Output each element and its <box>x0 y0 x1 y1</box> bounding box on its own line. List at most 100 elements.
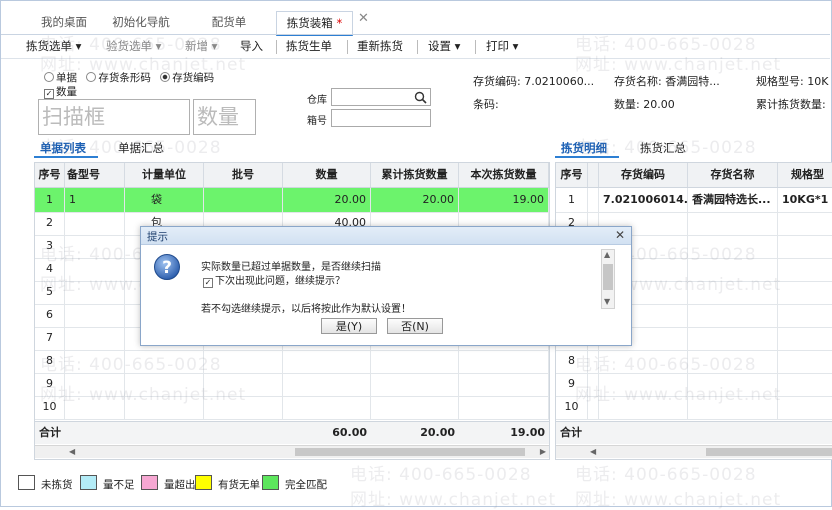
radio-label: 存货编码 <box>172 72 215 84</box>
cell-spec <box>778 372 832 396</box>
table-row[interactable]: 10 <box>556 395 832 420</box>
col-header[interactable]: 数量 <box>283 163 371 187</box>
scroll-thumb[interactable] <box>603 264 613 290</box>
yes-button[interactable]: 是(Y) <box>321 318 377 334</box>
cell-model <box>65 211 125 235</box>
chevron-down-icon: ▾ <box>152 39 162 53</box>
cell-unit: 袋 <box>125 188 204 212</box>
tab-distribution-order[interactable]: 配货单 <box>204 11 254 33</box>
total-label: 合计 <box>39 426 61 439</box>
tab-my-desktop[interactable]: 我的桌面 <box>34 11 94 33</box>
warehouse-label: 仓库 <box>307 95 327 106</box>
table-row[interactable]: 9 <box>556 372 832 397</box>
close-tab-icon[interactable]: ✕ <box>358 11 369 26</box>
modified-mark: * <box>336 16 343 30</box>
horizontal-scrollbar[interactable]: ◀ ▶ <box>35 445 549 458</box>
scroll-left-icon[interactable]: ◀ <box>590 446 596 458</box>
cell-name <box>688 372 778 396</box>
box-input[interactable] <box>331 109 431 127</box>
continue-prompt-checkbox[interactable]: ✓ 下次出现此问题，继续提示？ <box>203 272 345 288</box>
total-cum: 20.00 <box>420 426 455 439</box>
search-icon[interactable] <box>414 91 427 104</box>
qty-info: 数量: 20.00 <box>614 98 675 111</box>
add-menu[interactable]: 新增 ▾ <box>185 38 217 54</box>
print-menu[interactable]: 打印 ▾ <box>486 38 518 54</box>
table-row[interactable]: 9 <box>35 372 549 397</box>
checkbox-checked-icon: ✓ <box>44 89 54 99</box>
warehouse-input[interactable] <box>331 88 431 106</box>
cell-cum <box>371 349 459 373</box>
cell-batch <box>204 349 283 373</box>
tab-picking-packing[interactable]: 拣货装箱 * <box>276 11 353 36</box>
item-name-info: 存货名称: 香满园特... <box>614 75 720 88</box>
cell-no: 9 <box>556 372 588 396</box>
col-header[interactable]: 累计拣货数量 <box>371 163 459 187</box>
cumulative-info: 累计拣货数量: <box>756 98 826 111</box>
col-header[interactable]: 存货名称 <box>688 163 778 187</box>
col-header[interactable]: 序号 <box>35 163 65 187</box>
settings-menu[interactable]: 设置 ▾ <box>428 38 460 54</box>
cell-no: 1 <box>556 188 588 212</box>
cell-code <box>599 372 688 396</box>
chevron-down-icon: ▾ <box>451 39 461 53</box>
dialog-scrollbar[interactable]: ▲ ▼ <box>601 249 615 309</box>
cell-qty <box>283 372 371 396</box>
repick-button[interactable]: 重新拣货 <box>357 38 403 54</box>
qty-input[interactable]: 数量 <box>193 99 256 135</box>
col-header[interactable]: 序号 <box>556 163 588 187</box>
no-button[interactable]: 否(N) <box>387 318 443 334</box>
cell-spacer <box>588 349 599 373</box>
cell-unit <box>125 395 204 419</box>
scroll-thumb[interactable] <box>706 448 832 456</box>
col-header[interactable]: 存货编码 <box>599 163 688 187</box>
menu-label: 验货选单 <box>106 39 152 53</box>
scroll-up-icon[interactable]: ▲ <box>604 249 610 261</box>
scroll-right-icon[interactable]: ▶ <box>540 446 546 458</box>
toolbar-divider <box>1 58 830 59</box>
tab-pick-detail[interactable]: 拣货明细 <box>561 140 607 156</box>
radio-doc[interactable]: 单据 <box>44 72 77 84</box>
qty-placeholder: 数量 <box>197 105 239 129</box>
cell-batch <box>204 372 283 396</box>
dialog-note: 若不勾选继续提示，以后将按此作为默认设置！ <box>201 304 411 315</box>
radio-code[interactable]: 存货编码 <box>160 72 214 84</box>
qty-checkbox[interactable]: ✓ 数量 <box>44 84 77 99</box>
col-header[interactable]: 批号 <box>204 163 283 187</box>
scroll-down-icon[interactable]: ▼ <box>604 296 610 308</box>
tab-doc-list[interactable]: 单据列表 <box>40 140 86 156</box>
table-row[interactable]: 1 7.021006014... 香满园特选长... 10KG*1 <box>556 188 832 213</box>
cell-name: 香满园特选长... <box>688 188 778 212</box>
tab-doc-summary[interactable]: 单据汇总 <box>118 140 164 156</box>
inspect-order-menu[interactable]: 验货选单 ▾ <box>106 38 161 54</box>
radio-icon <box>44 72 54 82</box>
horizontal-scrollbar[interactable]: ◀ <box>556 445 832 458</box>
pick-generate-button[interactable]: 拣货生单 <box>286 38 332 54</box>
scroll-left-icon[interactable]: ◀ <box>69 446 75 458</box>
import-button[interactable]: 导入 <box>240 38 263 54</box>
pick-order-menu[interactable]: 拣货选单 ▾ <box>26 38 81 54</box>
prompt-dialog: 提示 ✕ ? 实际数量已超过单据数量，是否继续扫描 ✓ 下次出现此问题，继续提示？… <box>140 226 632 346</box>
cell-no: 10 <box>556 395 588 419</box>
table-row[interactable]: 1 1 袋 20.00 20.00 19.00 <box>35 188 549 213</box>
table-row[interactable]: 8 <box>556 349 832 374</box>
item-code-info: 存货编码: 7.0210060... <box>473 75 595 88</box>
col-header[interactable]: 计量单位 <box>125 163 204 187</box>
table-row[interactable]: 8 <box>35 349 549 374</box>
col-header[interactable]: 本次拣货数量 <box>459 163 549 187</box>
cell-unit <box>125 372 204 396</box>
scroll-thumb[interactable] <box>295 448 525 456</box>
cell-qty <box>283 349 371 373</box>
cell-spec <box>778 303 832 327</box>
cell-cur <box>459 395 549 419</box>
scan-input[interactable]: 扫描框 <box>38 99 190 135</box>
radio-barcode[interactable]: 存货条形码 <box>86 72 151 84</box>
col-header[interactable]: 备型号 <box>65 163 125 187</box>
tab-init-guide[interactable]: 初始化导航 <box>106 11 176 33</box>
toolbar-separator <box>417 40 418 54</box>
question-icon: ? <box>154 254 180 280</box>
table-row[interactable]: 10 <box>35 395 549 420</box>
col-header[interactable]: 规格型 <box>778 163 832 187</box>
close-icon[interactable]: ✕ <box>615 228 625 242</box>
tab-pick-summary[interactable]: 拣货汇总 <box>640 140 686 156</box>
legend-swatch <box>262 475 279 490</box>
